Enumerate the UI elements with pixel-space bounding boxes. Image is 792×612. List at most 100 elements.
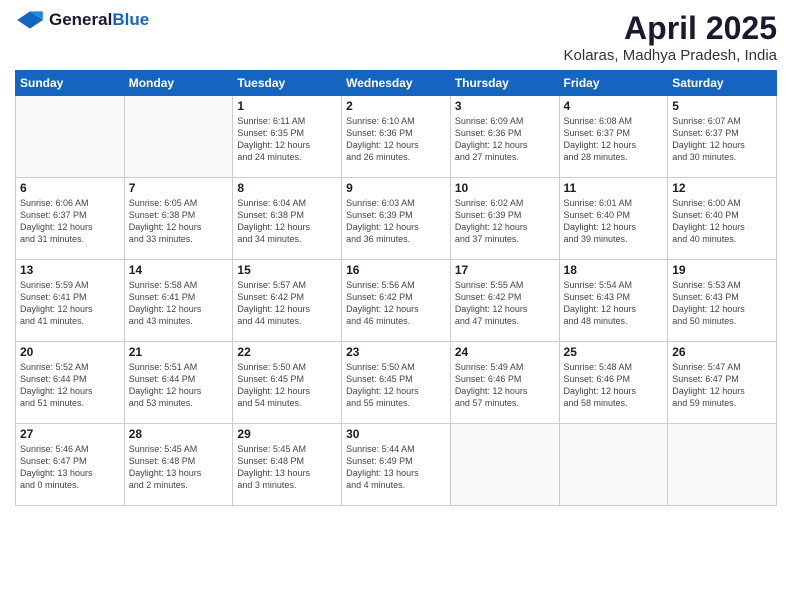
col-sunday: Sunday bbox=[16, 71, 125, 96]
title-month: April 2025 bbox=[564, 10, 777, 47]
week-row-4: 20 Sunrise: 5:52 AM Sunset: 6:44 PM Dayli… bbox=[16, 342, 777, 424]
cell-5-7 bbox=[668, 424, 777, 506]
day-number: 2 bbox=[346, 99, 446, 113]
day-info: Sunrise: 5:52 AM Sunset: 6:44 PM Dayligh… bbox=[20, 361, 120, 410]
col-saturday: Saturday bbox=[668, 71, 777, 96]
day-info: Sunrise: 6:11 AM Sunset: 6:35 PM Dayligh… bbox=[237, 115, 337, 164]
day-info: Sunrise: 6:05 AM Sunset: 6:38 PM Dayligh… bbox=[129, 197, 229, 246]
cell-1-2 bbox=[124, 96, 233, 178]
cell-4-7: 26Sunrise: 5:47 AM Sunset: 6:47 PM Dayli… bbox=[668, 342, 777, 424]
day-info: Sunrise: 6:04 AM Sunset: 6:38 PM Dayligh… bbox=[237, 197, 337, 246]
title-location: Kolaras, Madhya Pradesh, India bbox=[564, 47, 777, 64]
day-info: Sunrise: 6:10 AM Sunset: 6:36 PM Dayligh… bbox=[346, 115, 446, 164]
day-number: 4 bbox=[564, 99, 664, 113]
cell-2-2: 7 Sunrise: 6:05 AM Sunset: 6:38 PM Daylig… bbox=[124, 178, 233, 260]
day-info: Sunrise: 6:02 AM Sunset: 6:39 PM Dayligh… bbox=[455, 197, 555, 246]
cell-3-5: 17 Sunrise: 5:55 AM Sunset: 6:42 PM Dayli… bbox=[450, 260, 559, 342]
calendar-header: Sunday Monday Tuesday Wednesday Thursday… bbox=[16, 71, 777, 96]
cell-5-3: 29Sunrise: 5:45 AM Sunset: 6:48 PM Dayli… bbox=[233, 424, 342, 506]
day-number: 19 bbox=[672, 263, 772, 277]
col-tuesday: Tuesday bbox=[233, 71, 342, 96]
day-info: Sunrise: 5:53 AM Sunset: 6:43 PM Dayligh… bbox=[672, 279, 772, 328]
day-info: Sunrise: 5:58 AM Sunset: 6:41 PM Dayligh… bbox=[129, 279, 229, 328]
header: GeneralBlue April 2025 Kolaras, Madhya P… bbox=[15, 10, 777, 64]
day-number: 27 bbox=[20, 427, 120, 441]
cell-3-6: 18 Sunrise: 5:54 AM Sunset: 6:43 PM Dayli… bbox=[559, 260, 668, 342]
day-info: Sunrise: 5:48 AM Sunset: 6:46 PM Dayligh… bbox=[564, 361, 664, 410]
calendar-body: 1 Sunrise: 6:11 AM Sunset: 6:35 PM Daylig… bbox=[16, 96, 777, 506]
day-info: Sunrise: 5:46 AM Sunset: 6:47 PM Dayligh… bbox=[20, 443, 120, 492]
cell-2-1: 6 Sunrise: 6:06 AM Sunset: 6:37 PM Daylig… bbox=[16, 178, 125, 260]
cell-1-3: 1 Sunrise: 6:11 AM Sunset: 6:35 PM Daylig… bbox=[233, 96, 342, 178]
day-info: Sunrise: 5:47 AM Sunset: 6:47 PM Dayligh… bbox=[672, 361, 772, 410]
cell-5-6 bbox=[559, 424, 668, 506]
day-info: Sunrise: 5:45 AM Sunset: 6:48 PM Dayligh… bbox=[237, 443, 337, 492]
col-friday: Friday bbox=[559, 71, 668, 96]
day-number: 18 bbox=[564, 263, 664, 277]
cell-2-6: 11 Sunrise: 6:01 AM Sunset: 6:40 PM Dayli… bbox=[559, 178, 668, 260]
calendar-table: Sunday Monday Tuesday Wednesday Thursday… bbox=[15, 70, 777, 506]
cell-1-1 bbox=[16, 96, 125, 178]
cell-3-2: 14Sunrise: 5:58 AM Sunset: 6:41 PM Dayli… bbox=[124, 260, 233, 342]
cell-2-4: 9Sunrise: 6:03 AM Sunset: 6:39 PM Daylig… bbox=[342, 178, 451, 260]
day-number: 10 bbox=[455, 181, 555, 195]
cell-3-4: 16Sunrise: 5:56 AM Sunset: 6:42 PM Dayli… bbox=[342, 260, 451, 342]
day-info: Sunrise: 5:54 AM Sunset: 6:43 PM Dayligh… bbox=[564, 279, 664, 328]
cell-5-5 bbox=[450, 424, 559, 506]
day-number: 22 bbox=[237, 345, 337, 359]
day-info: Sunrise: 6:01 AM Sunset: 6:40 PM Dayligh… bbox=[564, 197, 664, 246]
cell-1-7: 5 Sunrise: 6:07 AM Sunset: 6:37 PM Daylig… bbox=[668, 96, 777, 178]
week-row-2: 6 Sunrise: 6:06 AM Sunset: 6:37 PM Daylig… bbox=[16, 178, 777, 260]
day-number: 11 bbox=[564, 181, 664, 195]
cell-3-7: 19 Sunrise: 5:53 AM Sunset: 6:43 PM Dayli… bbox=[668, 260, 777, 342]
day-number: 1 bbox=[237, 99, 337, 113]
cell-2-7: 12 Sunrise: 6:00 AM Sunset: 6:40 PM Dayli… bbox=[668, 178, 777, 260]
day-number: 6 bbox=[20, 181, 120, 195]
logo-icon bbox=[15, 10, 45, 30]
day-info: Sunrise: 5:44 AM Sunset: 6:49 PM Dayligh… bbox=[346, 443, 446, 492]
day-number: 28 bbox=[129, 427, 229, 441]
col-wednesday: Wednesday bbox=[342, 71, 451, 96]
day-info: Sunrise: 5:49 AM Sunset: 6:46 PM Dayligh… bbox=[455, 361, 555, 410]
cell-4-1: 20 Sunrise: 5:52 AM Sunset: 6:44 PM Dayli… bbox=[16, 342, 125, 424]
week-row-3: 13Sunrise: 5:59 AM Sunset: 6:41 PM Dayli… bbox=[16, 260, 777, 342]
cell-5-1: 27 Sunrise: 5:46 AM Sunset: 6:47 PM Dayli… bbox=[16, 424, 125, 506]
day-info: Sunrise: 6:07 AM Sunset: 6:37 PM Dayligh… bbox=[672, 115, 772, 164]
day-info: Sunrise: 5:51 AM Sunset: 6:44 PM Dayligh… bbox=[129, 361, 229, 410]
day-info: Sunrise: 5:50 AM Sunset: 6:45 PM Dayligh… bbox=[237, 361, 337, 410]
day-info: Sunrise: 6:03 AM Sunset: 6:39 PM Dayligh… bbox=[346, 197, 446, 246]
day-info: Sunrise: 6:06 AM Sunset: 6:37 PM Dayligh… bbox=[20, 197, 120, 246]
day-number: 17 bbox=[455, 263, 555, 277]
day-info: Sunrise: 6:09 AM Sunset: 6:36 PM Dayligh… bbox=[455, 115, 555, 164]
day-info: Sunrise: 6:00 AM Sunset: 6:40 PM Dayligh… bbox=[672, 197, 772, 246]
day-number: 8 bbox=[237, 181, 337, 195]
cell-2-3: 8 Sunrise: 6:04 AM Sunset: 6:38 PM Daylig… bbox=[233, 178, 342, 260]
day-number: 3 bbox=[455, 99, 555, 113]
day-number: 12 bbox=[672, 181, 772, 195]
cell-5-4: 30Sunrise: 5:44 AM Sunset: 6:49 PM Dayli… bbox=[342, 424, 451, 506]
day-number: 7 bbox=[129, 181, 229, 195]
day-number: 21 bbox=[129, 345, 229, 359]
day-number: 20 bbox=[20, 345, 120, 359]
day-info: Sunrise: 5:57 AM Sunset: 6:42 PM Dayligh… bbox=[237, 279, 337, 328]
day-info: Sunrise: 5:56 AM Sunset: 6:42 PM Dayligh… bbox=[346, 279, 446, 328]
logo-blue: Blue bbox=[112, 10, 149, 29]
header-row: Sunday Monday Tuesday Wednesday Thursday… bbox=[16, 71, 777, 96]
cell-1-5: 3 Sunrise: 6:09 AM Sunset: 6:36 PM Daylig… bbox=[450, 96, 559, 178]
week-row-1: 1 Sunrise: 6:11 AM Sunset: 6:35 PM Daylig… bbox=[16, 96, 777, 178]
cell-4-6: 25 Sunrise: 5:48 AM Sunset: 6:46 PM Dayli… bbox=[559, 342, 668, 424]
title-block: April 2025 Kolaras, Madhya Pradesh, Indi… bbox=[564, 10, 777, 64]
cell-3-1: 13Sunrise: 5:59 AM Sunset: 6:41 PM Dayli… bbox=[16, 260, 125, 342]
day-number: 5 bbox=[672, 99, 772, 113]
cell-2-5: 10 Sunrise: 6:02 AM Sunset: 6:39 PM Dayli… bbox=[450, 178, 559, 260]
cell-1-4: 2 Sunrise: 6:10 AM Sunset: 6:36 PM Daylig… bbox=[342, 96, 451, 178]
week-row-5: 27 Sunrise: 5:46 AM Sunset: 6:47 PM Dayli… bbox=[16, 424, 777, 506]
cell-3-3: 15Sunrise: 5:57 AM Sunset: 6:42 PM Dayli… bbox=[233, 260, 342, 342]
cell-1-6: 4Sunrise: 6:08 AM Sunset: 6:37 PM Daylig… bbox=[559, 96, 668, 178]
day-number: 25 bbox=[564, 345, 664, 359]
logo-general: General bbox=[49, 10, 112, 29]
day-number: 23 bbox=[346, 345, 446, 359]
cell-4-5: 24Sunrise: 5:49 AM Sunset: 6:46 PM Dayli… bbox=[450, 342, 559, 424]
day-info: Sunrise: 5:55 AM Sunset: 6:42 PM Dayligh… bbox=[455, 279, 555, 328]
cell-5-2: 28Sunrise: 5:45 AM Sunset: 6:48 PM Dayli… bbox=[124, 424, 233, 506]
